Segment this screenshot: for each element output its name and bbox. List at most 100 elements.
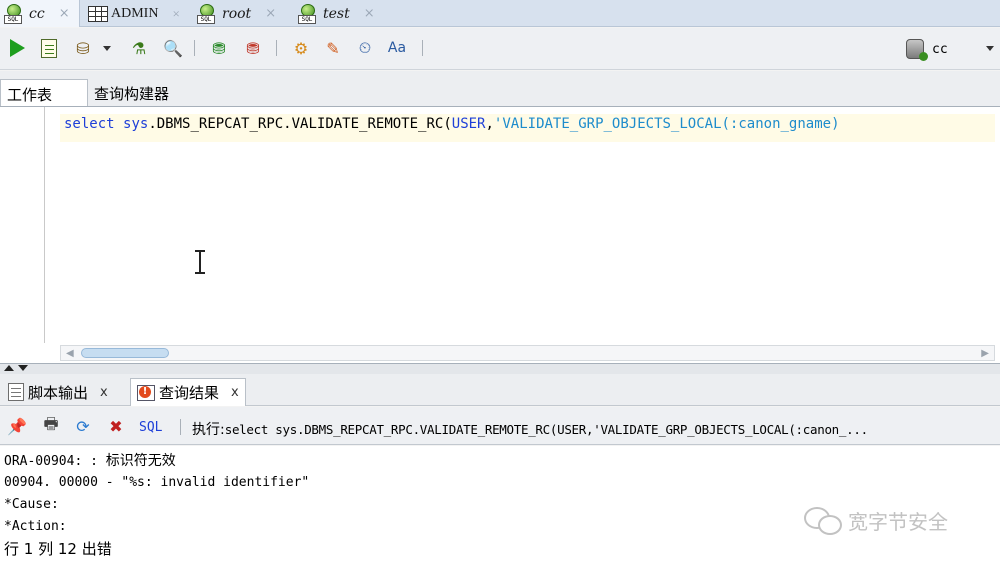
delete-icon: ✖ [109,416,123,436]
document-tab-bar: SQL cc × ADMIN × SQL root × SQL test × [0,0,1000,27]
db-rollback-icon: ⛃ [246,38,260,58]
delete-button[interactable]: ✖ [105,415,127,437]
gears-icon: ⚙ [293,38,309,58]
format-case-button[interactable]: Aa [386,37,408,59]
toolbar-separator [422,40,423,56]
close-icon[interactable]: × [59,6,70,21]
executed-statement: 执行:select sys.DBMS_REPCAT_RPC.VALIDATE_R… [192,419,868,439]
connection-icon [906,39,928,61]
exec-query: select sys.DBMS_REPCAT_RPC.VALIDATE_REMO… [224,422,868,437]
tab-query-result-label: 查询结果 [159,384,220,402]
doc-tab-label: root [222,5,252,22]
output-line: 00904. 00000 - "%s: invalid identifier" [4,475,310,490]
table-icon [88,5,108,22]
eraser-icon: ✎ [326,38,340,58]
script-output-icon [8,383,24,401]
refresh-button[interactable]: ⟳ [72,415,94,437]
keyword-sys: sys [123,116,149,132]
function-name: DBMS_REPCAT_RPC.VALIDATE_REMOTE_RC [156,116,444,132]
worksheet-toolbar: ⛁ ⚗ 🔍 ⛃ ⛃ ⚙ ✎ ⏲ Aa cc [0,28,1000,70]
rollback-button[interactable]: ⛃ [242,37,264,59]
tab-worksheet[interactable]: 工作表 [0,79,88,106]
doc-tab-cc[interactable]: SQL cc × [0,0,80,27]
sql-worksheet-icon: SQL [4,3,26,24]
autotrace-button[interactable]: 🔍 [162,37,184,59]
sql-worksheet-icon: SQL [298,3,320,24]
script-icon [41,38,57,58]
output-tab-bar: 脚本输出 x 查询结果 x [0,374,1000,406]
commit-dropdown-button[interactable] [100,37,114,59]
pin-button[interactable]: 📌 [6,415,28,437]
text-cursor-icon [195,250,205,274]
magnifier-icon: 🔍 [163,38,183,58]
refresh-icon: ⟳ [76,416,90,436]
sql-code-line[interactable]: select sys.DBMS_REPCAT_RPC.VALIDATE_REMO… [64,116,840,132]
code-dot: . [148,116,157,132]
scroll-right-icon[interactable]: ▶ [981,348,989,359]
play-icon [9,39,25,57]
string-literal: 'VALIDATE_GRP_OBJECTS_LOCAL(:canon_gname… [493,116,840,132]
close-icon[interactable]: × [265,6,276,21]
run-statement-button[interactable] [6,37,28,59]
panel-splitter[interactable] [0,364,1000,374]
toolbar-separator [194,40,195,56]
clock-icon: ⏲ [358,38,372,57]
db-check-icon: ⛃ [212,38,226,58]
unshared-worksheet-button[interactable]: ⚙ [290,37,312,59]
connection-label: cc [932,41,948,57]
print-button[interactable]: 🖶 [40,413,62,437]
exec-label: 执行: [192,422,225,438]
error-code: ORA-00904: : [4,454,106,469]
commit-button[interactable]: ⛁ [72,37,94,59]
close-icon[interactable]: × [172,6,179,22]
worksheet-tabs: 工作表 查询构建器 [0,71,1000,106]
keyword-user: USER [451,116,486,132]
toolbar-separator [180,419,181,435]
doc-tab-root[interactable]: SQL root × [193,0,291,27]
horizontal-scrollbar[interactable]: ◀ ▶ [60,345,995,361]
chevron-down-icon [103,45,111,51]
error-position: 行 1 列 12 出错 [4,540,112,558]
doc-tab-admin[interactable]: ADMIN × [84,0,190,27]
watermark-text: 宽字节安全 [848,509,948,534]
pin-icon: 📌 [7,416,27,436]
explain-plan-button[interactable]: ⚗ [128,37,150,59]
text-case-icon: Aa [387,40,407,56]
tree-icon: ⚗ [131,38,147,58]
tab-script-output[interactable]: 脚本输出 x [2,378,114,406]
run-script-button[interactable] [38,37,60,59]
doc-tab-label: cc [29,5,45,22]
database-icon: ⛁ [76,38,90,58]
query-result-icon [137,384,155,401]
tab-query-builder[interactable]: 查询构建器 [88,79,198,106]
error-text: 标识符无效 [105,453,176,469]
tab-query-result[interactable]: 查询结果 x [130,378,246,406]
collapse-up-icon[interactable] [4,365,14,371]
toolbar-separator [276,40,277,56]
doc-tab-label: test [323,5,350,22]
printer-icon: 🖶 [43,413,59,433]
connection-select[interactable]: cc [900,34,1000,64]
code-comma: , [485,116,494,132]
doc-tab-label: ADMIN [111,5,159,21]
scrollbar-thumb[interactable] [81,348,169,358]
commit-changes-button[interactable]: ⛃ [208,37,230,59]
collapse-down-icon[interactable] [18,365,28,371]
output-line: ORA-00904: : 标识符无效 [4,451,1000,473]
sql-history-button[interactable]: ⏲ [354,37,376,59]
wechat-icon [804,505,842,535]
result-toolbar: 📌 🖶 ⟳ ✖ SQL 执行:select sys.DBMS_REPCAT_RP… [0,407,1000,445]
tab-script-output-label: 脚本输出 [28,383,89,402]
watermark: 宽字节安全 [804,505,948,535]
close-icon[interactable]: x [231,385,239,400]
keyword-select: select [64,116,115,132]
sql-editor[interactable]: select sys.DBMS_REPCAT_RPC.VALIDATE_REMO… [0,106,1000,364]
clear-button[interactable]: ✎ [322,37,344,59]
sql-link[interactable]: SQL [139,420,162,435]
close-icon[interactable]: x [100,385,108,400]
doc-tab-test[interactable]: SQL test × [294,0,390,27]
close-icon[interactable]: × [364,6,375,21]
chevron-down-icon [986,46,994,51]
scroll-left-icon[interactable]: ◀ [66,348,74,359]
sql-worksheet-icon: SQL [197,3,219,24]
